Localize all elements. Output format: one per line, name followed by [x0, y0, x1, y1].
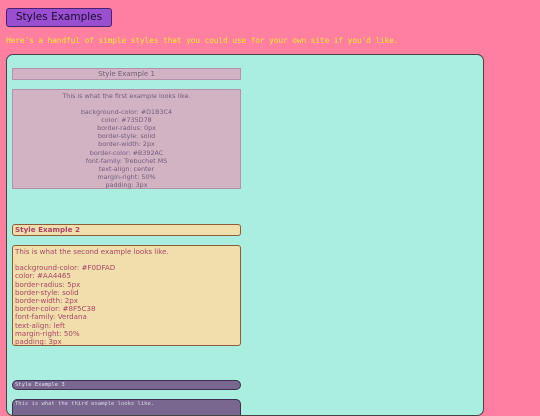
- example-1-line: padding: 3px: [105, 180, 148, 189]
- example-1-line: text-align: center: [98, 164, 155, 173]
- example-1-line: border-color: #B392AC: [89, 148, 164, 157]
- example-3-heading: Style Example 3: [12, 380, 241, 390]
- example-2-line: This is what the second example looks li…: [15, 247, 169, 256]
- example-1-line: margin-right: 50%: [97, 172, 156, 181]
- example-3-line: This is what the third example looks lik…: [15, 401, 155, 407]
- example-1-body: This is what the first example looks lik…: [12, 89, 241, 189]
- examples-panel[interactable]: Style Example 1 This is what the first e…: [6, 54, 484, 416]
- example-1-line: This is what the first example looks lik…: [62, 92, 191, 100]
- example-1-line: border-style: solid: [97, 132, 156, 141]
- example-2-heading: Style Example 2: [12, 224, 241, 236]
- example-1-line: border-width: 2px: [98, 140, 155, 149]
- example-1-line: background-color: #D1B3C4: [80, 108, 173, 117]
- intro-text: Here's a handful of simple styles that y…: [6, 36, 399, 45]
- example-3-body: This is what the third example looks lik…: [12, 399, 241, 415]
- page-title: Styles Examples: [6, 8, 112, 27]
- example-1-line: [13, 100, 240, 108]
- example-2-body: This is what the second example looks li…: [12, 245, 241, 346]
- example-1-line: color: #735D78: [101, 116, 152, 125]
- example-1-line: border-radius: 0px: [97, 124, 156, 133]
- example-2-line: padding: 3px: [15, 337, 62, 347]
- example-1-heading: Style Example 1: [12, 68, 241, 80]
- example-1-line: font-family: Trebuchet MS: [85, 156, 168, 165]
